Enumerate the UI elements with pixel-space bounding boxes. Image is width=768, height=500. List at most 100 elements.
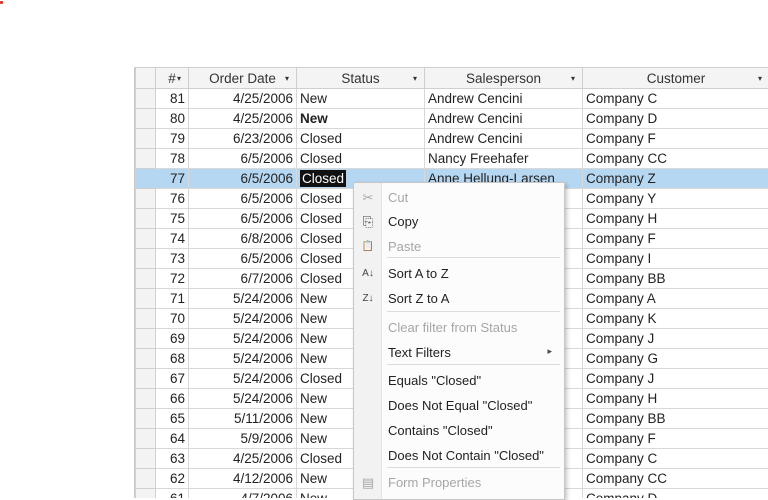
cell-order-id[interactable]: 71 (156, 289, 189, 309)
menu-item-clear-filter-from-status[interactable]: Clear filter from Status (354, 316, 564, 340)
cell-order-id[interactable]: 78 (156, 149, 189, 169)
cell-customer[interactable]: Company A (583, 289, 768, 309)
column-header-customer[interactable]: Customer▾ (583, 68, 768, 89)
cell-order-id[interactable]: 62 (156, 469, 189, 489)
cell-order-date[interactable]: 6/5/2006 (189, 249, 297, 269)
cell-order-id[interactable]: 61 (156, 489, 189, 499)
cell-salesperson[interactable]: Andrew Cencini (425, 129, 583, 149)
cell-status[interactable]: New (297, 109, 425, 129)
cell-order-id[interactable]: 64 (156, 429, 189, 449)
cell-order-id[interactable]: 73 (156, 249, 189, 269)
cell-order-date[interactable]: 6/5/2006 (189, 189, 297, 209)
cell-order-id[interactable]: 76 (156, 189, 189, 209)
record-selector[interactable] (136, 469, 156, 489)
cell-salesperson[interactable]: Nancy Freehafer (425, 149, 583, 169)
record-selector[interactable] (136, 129, 156, 149)
cell-customer[interactable]: Company K (583, 309, 768, 329)
menu-item-sort-z-to-a[interactable]: Z↓Sort Z to A (354, 287, 564, 311)
cell-customer[interactable]: Company CC (583, 149, 768, 169)
menu-item-sort-a-to-z[interactable]: A↓Sort A to Z (354, 262, 564, 286)
cell-order-id[interactable]: 74 (156, 229, 189, 249)
menu-item-does-not-equal-closed[interactable]: Does Not Equal "Closed" (354, 394, 564, 418)
table-row[interactable]: 814/25/2006NewAndrew CenciniCompany C (136, 89, 768, 109)
record-selector[interactable] (136, 489, 156, 499)
record-selector[interactable] (136, 89, 156, 109)
menu-item-paste[interactable]: 📋Paste (354, 235, 564, 259)
cell-customer[interactable]: Company H (583, 389, 768, 409)
record-selector[interactable] (136, 149, 156, 169)
cell-order-date[interactable]: 5/24/2006 (189, 289, 297, 309)
cell-order-id[interactable]: 80 (156, 109, 189, 129)
dropdown-arrow-icon[interactable]: ▾ (285, 74, 289, 83)
cell-order-id[interactable]: 79 (156, 129, 189, 149)
cell-order-id[interactable]: 68 (156, 349, 189, 369)
cell-customer[interactable]: Company BB (583, 409, 768, 429)
dropdown-arrow-icon[interactable]: ▾ (571, 74, 575, 83)
cell-status[interactable]: Closed (297, 129, 425, 149)
cell-order-date[interactable]: 5/24/2006 (189, 389, 297, 409)
cell-order-date[interactable]: 4/7/2006 (189, 489, 297, 499)
dropdown-arrow-icon[interactable]: ▾ (758, 74, 762, 83)
cell-salesperson[interactable]: Andrew Cencini (425, 89, 583, 109)
cell-salesperson[interactable]: Andrew Cencini (425, 109, 583, 129)
menu-item-does-not-contain-closed[interactable]: Does Not Contain "Closed" (354, 444, 564, 468)
cell-customer[interactable]: Company J (583, 369, 768, 389)
cell-customer[interactable]: Company D (583, 489, 768, 499)
cell-customer[interactable]: Company BB (583, 269, 768, 289)
cell-status[interactable]: New (297, 89, 425, 109)
dropdown-arrow-icon[interactable]: ▾ (177, 74, 181, 83)
record-selector[interactable] (136, 389, 156, 409)
table-row[interactable]: 786/5/2006ClosedNancy FreehaferCompany C… (136, 149, 768, 169)
column-header-id[interactable]: # ▾ (156, 68, 189, 89)
cell-order-date[interactable]: 6/7/2006 (189, 269, 297, 289)
cell-customer[interactable]: Company C (583, 89, 768, 109)
menu-item-form-properties[interactable]: ▤Form Properties (354, 471, 564, 495)
menu-item-cut[interactable]: ✂Cut (354, 186, 564, 210)
record-selector[interactable] (136, 409, 156, 429)
cell-order-date[interactable]: 5/24/2006 (189, 309, 297, 329)
record-selector[interactable] (136, 189, 156, 209)
table-row[interactable]: 796/23/2006ClosedAndrew CenciniCompany F (136, 129, 768, 149)
menu-item-equals-closed[interactable]: Equals "Closed" (354, 369, 564, 393)
cell-order-date[interactable]: 4/25/2006 (189, 109, 297, 129)
cell-order-date[interactable]: 5/9/2006 (189, 429, 297, 449)
cell-order-id[interactable]: 77 (156, 169, 189, 189)
column-header-status[interactable]: Status▾ (297, 68, 425, 89)
cell-order-id[interactable]: 75 (156, 209, 189, 229)
cell-customer[interactable]: Company Z (583, 169, 768, 189)
cell-order-date[interactable]: 4/12/2006 (189, 469, 297, 489)
cell-customer[interactable]: Company J (583, 329, 768, 349)
cell-order-id[interactable]: 70 (156, 309, 189, 329)
cell-order-id[interactable]: 66 (156, 389, 189, 409)
cell-customer[interactable]: Company F (583, 429, 768, 449)
cell-customer[interactable]: Company I (583, 249, 768, 269)
cell-customer[interactable]: Company C (583, 449, 768, 469)
cell-customer[interactable]: Company G (583, 349, 768, 369)
cell-order-id[interactable]: 67 (156, 369, 189, 389)
cell-order-id[interactable]: 81 (156, 89, 189, 109)
cell-order-date[interactable]: 6/5/2006 (189, 149, 297, 169)
record-selector[interactable] (136, 449, 156, 469)
cell-order-date[interactable]: 5/24/2006 (189, 329, 297, 349)
cell-status[interactable]: Closed (297, 149, 425, 169)
column-header-salesperson[interactable]: Salesperson▾ (425, 68, 583, 89)
cell-order-date[interactable]: 4/25/2006 (189, 89, 297, 109)
record-selector[interactable] (136, 229, 156, 249)
record-selector[interactable] (136, 349, 156, 369)
dropdown-arrow-icon[interactable]: ▾ (413, 74, 417, 83)
cell-order-id[interactable]: 72 (156, 269, 189, 289)
cell-order-id[interactable]: 63 (156, 449, 189, 469)
menu-item-contains-closed[interactable]: Contains "Closed" (354, 419, 564, 443)
cell-customer[interactable]: Company CC (583, 469, 768, 489)
record-selector[interactable] (136, 269, 156, 289)
cell-order-date[interactable]: 6/5/2006 (189, 169, 297, 189)
cell-customer[interactable]: Company D (583, 109, 768, 129)
table-row[interactable]: 804/25/2006NewAndrew CenciniCompany D (136, 109, 768, 129)
menu-item-copy[interactable]: ⎘Copy (354, 210, 564, 234)
record-selector[interactable] (136, 309, 156, 329)
cell-customer[interactable]: Company F (583, 229, 768, 249)
cell-order-id[interactable]: 69 (156, 329, 189, 349)
cell-order-date[interactable]: 5/11/2006 (189, 409, 297, 429)
record-selector[interactable] (136, 369, 156, 389)
cell-order-date[interactable]: 6/23/2006 (189, 129, 297, 149)
